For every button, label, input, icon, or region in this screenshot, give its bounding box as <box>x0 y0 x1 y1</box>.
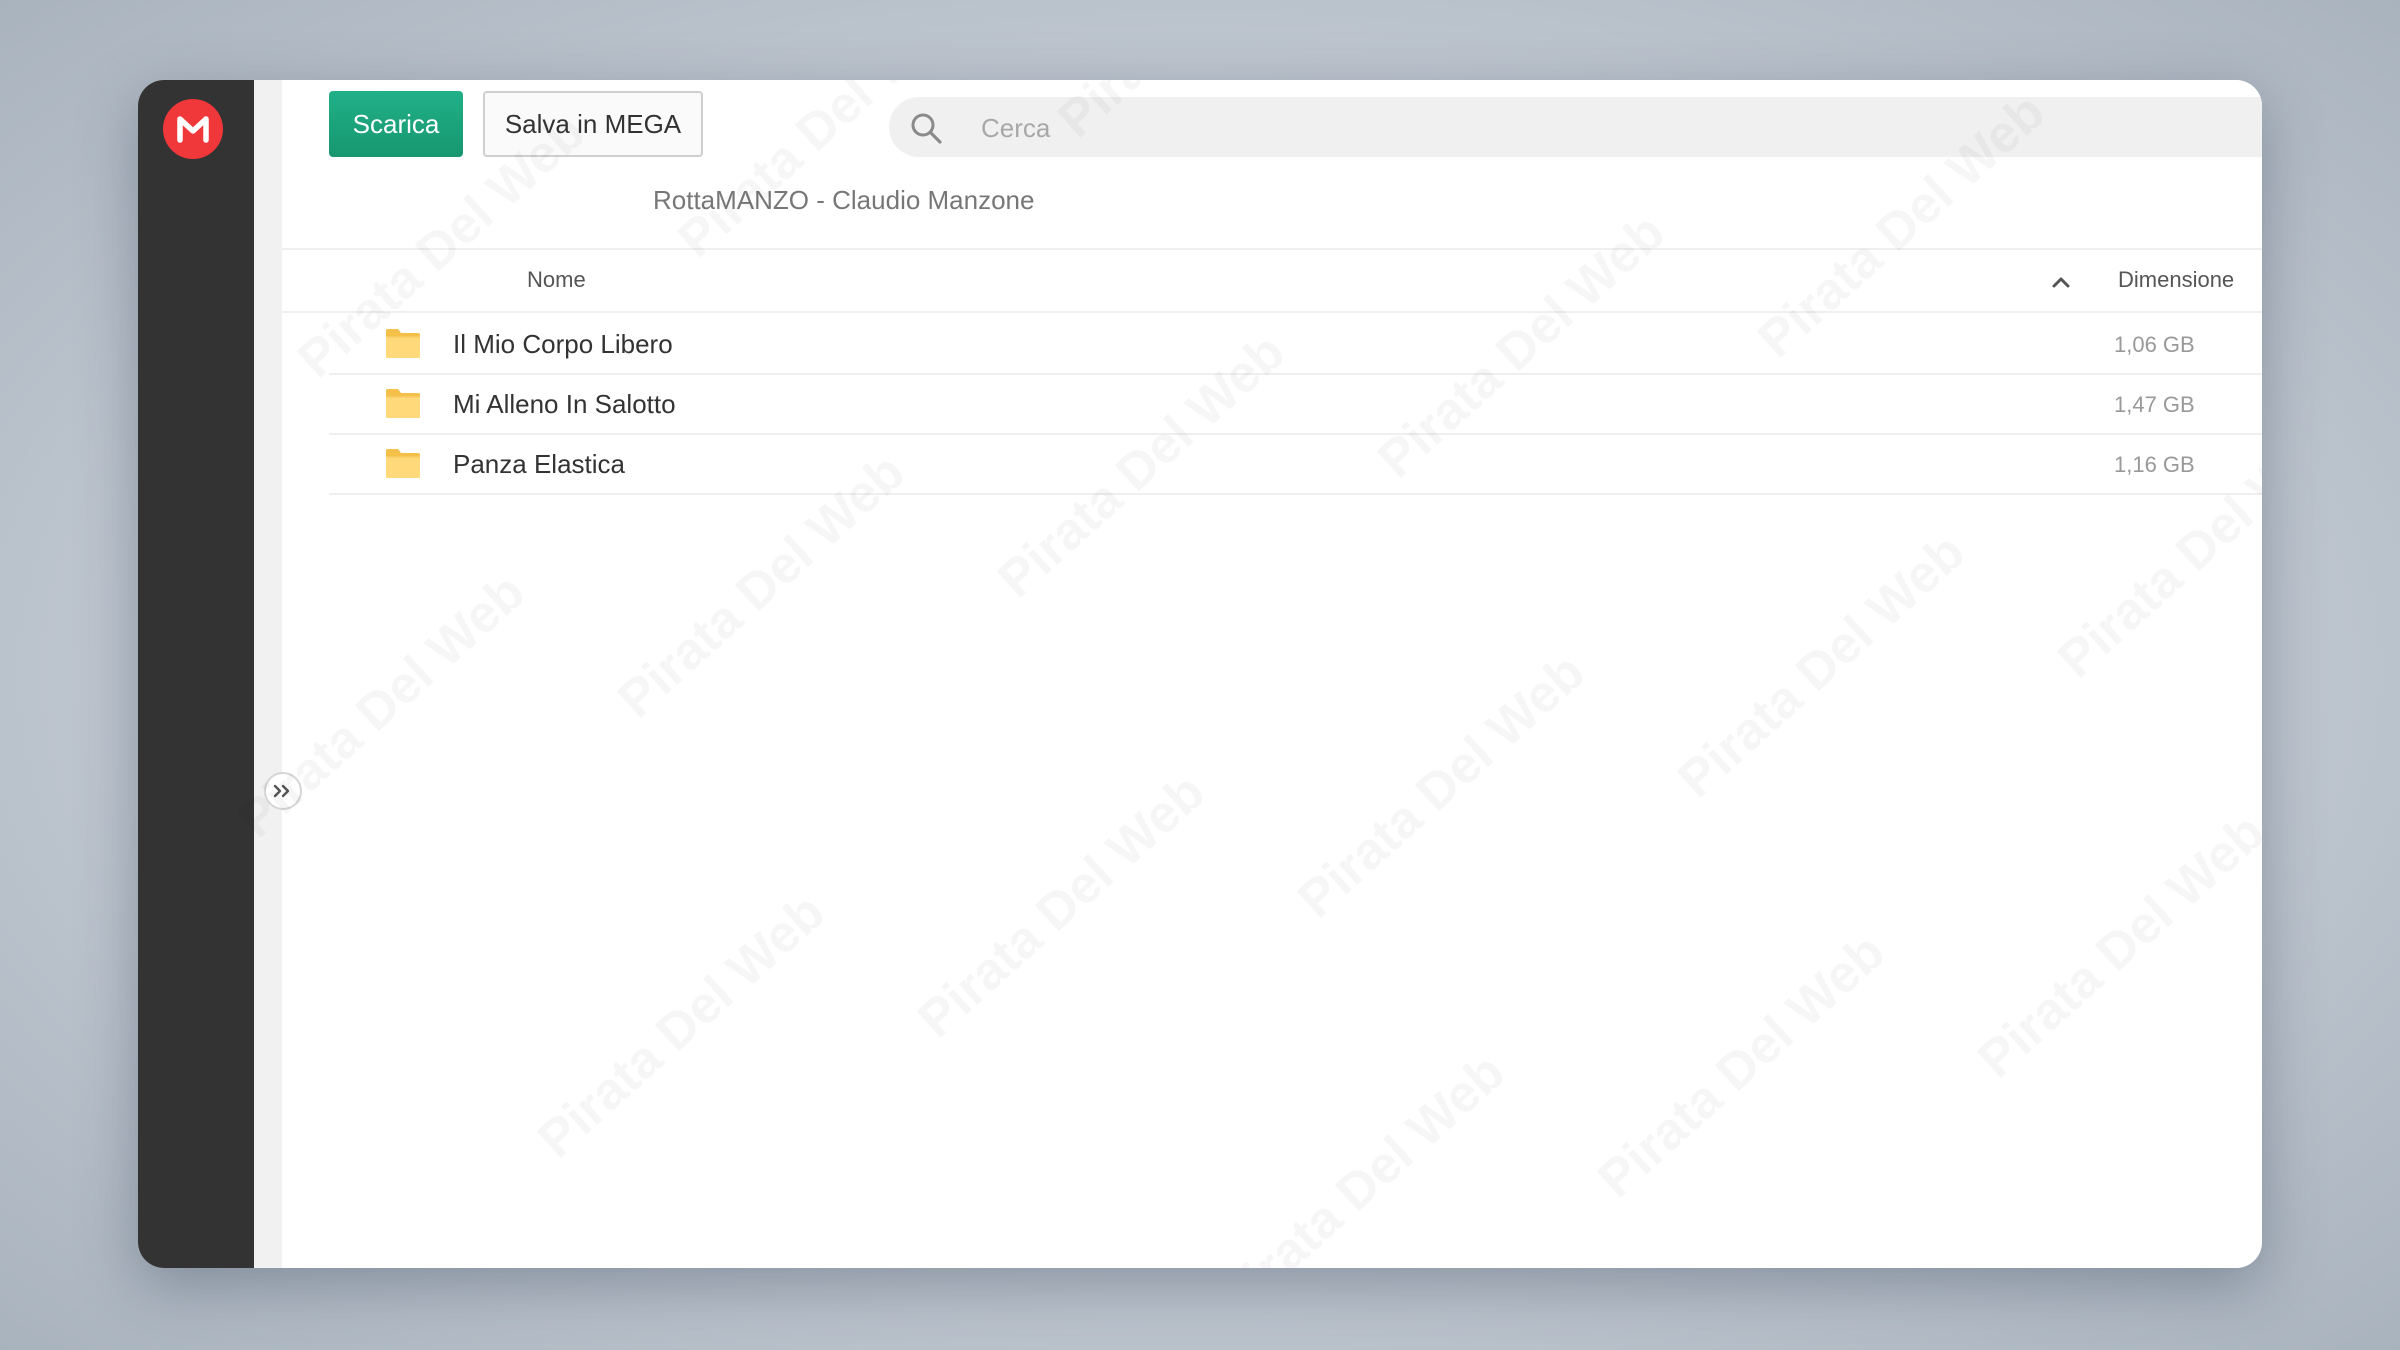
folder-icon <box>386 389 420 418</box>
row-name: Il Mio Corpo Libero <box>453 329 673 359</box>
chevron-up-icon[interactable] <box>2050 272 2072 292</box>
main-panel: Scarica Salva in MEGA RottaMANZO - Claud… <box>282 80 2262 1268</box>
header-divider <box>282 248 2262 250</box>
column-header-size[interactable]: Dimensione <box>2118 267 2234 293</box>
expand-sidebar-button[interactable] <box>264 772 302 810</box>
sidebar <box>138 80 254 1268</box>
row-size: 1,06 GB <box>2114 332 2195 357</box>
search-input[interactable] <box>979 97 2262 159</box>
row-size: 1,47 GB <box>2114 392 2195 417</box>
column-header-name[interactable]: Nome <box>527 267 586 293</box>
row-size: 1,16 GB <box>2114 452 2195 477</box>
search-bar <box>889 97 2262 159</box>
folder-icon <box>386 329 420 358</box>
save-to-mega-button[interactable]: Salva in MEGA <box>483 91 703 157</box>
table-row[interactable]: Il Mio Corpo Libero 1,06 GB Cartella <box>329 313 2262 375</box>
folder-title: RottaMANZO - Claudio Manzone <box>653 185 1035 215</box>
table-row[interactable]: Mi Alleno In Salotto 1,47 GB Cartella <box>329 373 2262 435</box>
download-button[interactable]: Scarica <box>329 91 463 157</box>
row-name: Panza Elastica <box>453 449 625 479</box>
search-icon <box>911 113 942 144</box>
row-name: Mi Alleno In Salotto <box>453 389 676 419</box>
mega-logo[interactable] <box>163 99 223 159</box>
table-row[interactable]: Panza Elastica 1,16 GB Cartella <box>329 433 2262 495</box>
mega-window: Scarica Salva in MEGA RottaMANZO - Claud… <box>138 80 2262 1268</box>
sidebar-collapse-rail <box>254 80 282 1268</box>
folder-icon <box>386 449 420 478</box>
mega-m-glyph <box>177 116 209 143</box>
double-chevron-right-icon <box>273 784 290 798</box>
